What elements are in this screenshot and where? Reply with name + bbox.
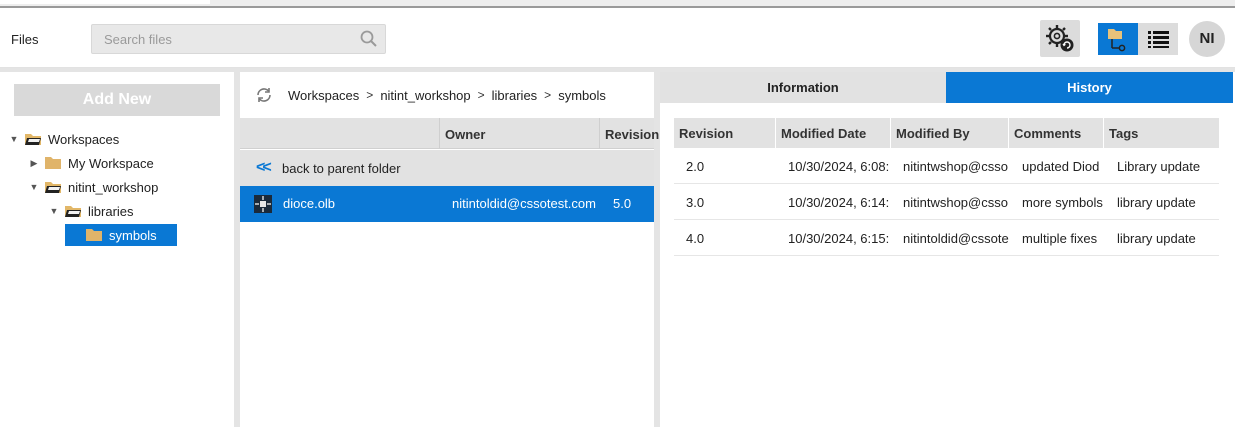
tags-cell: Library update [1117, 159, 1201, 174]
column-header-owner[interactable]: Owner [445, 127, 485, 142]
list-view-button[interactable] [1138, 23, 1178, 55]
list-icon [1148, 31, 1169, 48]
search-box[interactable] [91, 24, 386, 54]
app-title: Files [11, 32, 39, 47]
comments-cell: updated Diod [1022, 159, 1100, 174]
table-row[interactable]: dioce.olb nitintoldid@cssotest.com 5.0 [240, 186, 654, 222]
column-divider[interactable] [1008, 118, 1009, 148]
tree-item-label: libraries [88, 203, 134, 219]
file-owner: nitintoldid@cssotest.com [452, 196, 596, 211]
tree-item-label: symbols [109, 227, 157, 243]
window-top-strip [0, 0, 1235, 8]
breadcrumb-symbols[interactable]: symbols [558, 88, 606, 103]
collapsed-caret-icon[interactable]: ▶ [28, 158, 40, 169]
expanded-caret-icon[interactable]: ▼ [8, 134, 20, 144]
tree-item-libraries[interactable]: ▼ libraries [48, 200, 134, 222]
expanded-caret-icon[interactable]: ▼ [28, 182, 40, 192]
details-tabs: Information History [660, 72, 1235, 103]
breadcrumb-workspaces[interactable]: Workspaces [288, 88, 359, 103]
column-header-modified-by[interactable]: Modified By [896, 126, 970, 141]
file-name: dioce.olb [283, 196, 336, 211]
details-panel: Information History Revision Modified Da… [660, 72, 1235, 427]
chevron-right-icon: > [477, 88, 485, 102]
panels-area: Add New ▼ Workspaces ▶ My Workspace ▼ ni… [0, 68, 1235, 427]
column-header-revision[interactable]: Revision [679, 126, 733, 141]
table-row[interactable]: 4.0 10/30/2024, 6:15: nitintoldid@cssote… [674, 220, 1219, 256]
comments-cell: more symbols [1022, 195, 1103, 210]
chevron-right-icon: > [366, 88, 374, 102]
expanded-caret-icon[interactable]: ▼ [48, 206, 60, 216]
breadcrumb-nitint-workshop[interactable]: nitint_workshop [380, 88, 470, 103]
column-header-revision[interactable]: Revision [605, 127, 659, 142]
column-divider[interactable] [890, 118, 891, 148]
column-header-tags[interactable]: Tags [1109, 126, 1138, 141]
table-row[interactable]: 2.0 10/30/2024, 6:08: nitintwshop@csso u… [674, 148, 1219, 184]
tree-item-symbols[interactable]: symbols [65, 224, 177, 246]
tree-item-label: Workspaces [48, 131, 120, 147]
back-to-parent-label: back to parent folder [282, 160, 401, 176]
tree-item-my-workspace[interactable]: ▶ My Workspace [28, 152, 154, 174]
modified-by-cell: nitintwshop@csso [903, 195, 1008, 210]
tags-cell: library update [1117, 195, 1196, 210]
search-input[interactable] [92, 25, 352, 53]
folder-icon [86, 229, 102, 241]
breadcrumb-libraries[interactable]: libraries [492, 88, 538, 103]
add-new-button[interactable]: Add New [14, 84, 220, 116]
tab-history[interactable]: History [946, 72, 1233, 103]
tree-view-button[interactable] [1098, 23, 1138, 55]
library-file-icon [254, 195, 272, 213]
revision-cell: 4.0 [686, 231, 705, 246]
column-header-modified-date[interactable]: Modified Date [781, 126, 866, 141]
comments-cell: multiple fixes [1022, 231, 1098, 246]
column-divider[interactable] [775, 118, 776, 148]
user-avatar[interactable]: NI [1189, 21, 1225, 57]
open-folder-icon [65, 206, 81, 217]
tree-item-workspaces[interactable]: ▼ Workspaces [8, 128, 120, 150]
modified-date-cell: 10/30/2024, 6:14: [788, 195, 890, 210]
chevron-right-icon: > [544, 88, 552, 102]
revision-cell: 2.0 [686, 159, 705, 174]
revision-cell: 3.0 [686, 195, 705, 210]
tags-cell: library update [1117, 231, 1196, 246]
open-folder-icon [45, 182, 61, 193]
tree-item-label: My Workspace [68, 155, 154, 171]
history-table-header: Revision Modified Date Modified By Comme… [674, 118, 1219, 148]
refresh-icon[interactable] [254, 85, 274, 105]
sync-settings-button[interactable] [1040, 20, 1080, 57]
modified-date-cell: 10/30/2024, 6:08: [788, 159, 890, 174]
tree-item-nitint-workshop[interactable]: ▼ nitint_workshop [28, 176, 159, 198]
file-revision: 5.0 [613, 196, 632, 211]
modified-by-cell: nitintwshop@csso [903, 159, 1008, 174]
browser-tab-indicator [0, 0, 210, 4]
back-to-parent-row[interactable]: << back to parent folder [240, 150, 654, 186]
column-divider[interactable] [1103, 118, 1104, 148]
double-chevron-left-icon: << [256, 159, 272, 176]
tree-item-label: nitint_workshop [68, 179, 159, 195]
tab-information[interactable]: Information [660, 72, 946, 103]
table-row[interactable]: 3.0 10/30/2024, 6:14: nitintwshop@csso m… [674, 184, 1219, 220]
file-table-header: Owner Revision [240, 118, 659, 149]
gear-sync-icon [1046, 25, 1074, 52]
folder-tree-panel: Add New ▼ Workspaces ▶ My Workspace ▼ ni… [0, 72, 234, 427]
file-list-panel: Workspaces > nitint_workshop > libraries… [240, 72, 659, 427]
modified-date-cell: 10/30/2024, 6:15: [788, 231, 890, 246]
breadcrumb: Workspaces > nitint_workshop > libraries… [240, 72, 654, 118]
modified-by-cell: nitintoldid@cssote [903, 231, 1009, 246]
column-divider[interactable] [439, 118, 440, 149]
folder-tree-icon [1108, 29, 1126, 52]
column-divider[interactable] [599, 118, 600, 149]
app-header: Files Search files NI [0, 10, 1235, 68]
search-icon[interactable] [359, 29, 379, 49]
column-header-comments[interactable]: Comments [1014, 126, 1081, 141]
folder-icon [45, 157, 61, 169]
open-folder-icon [25, 134, 41, 145]
